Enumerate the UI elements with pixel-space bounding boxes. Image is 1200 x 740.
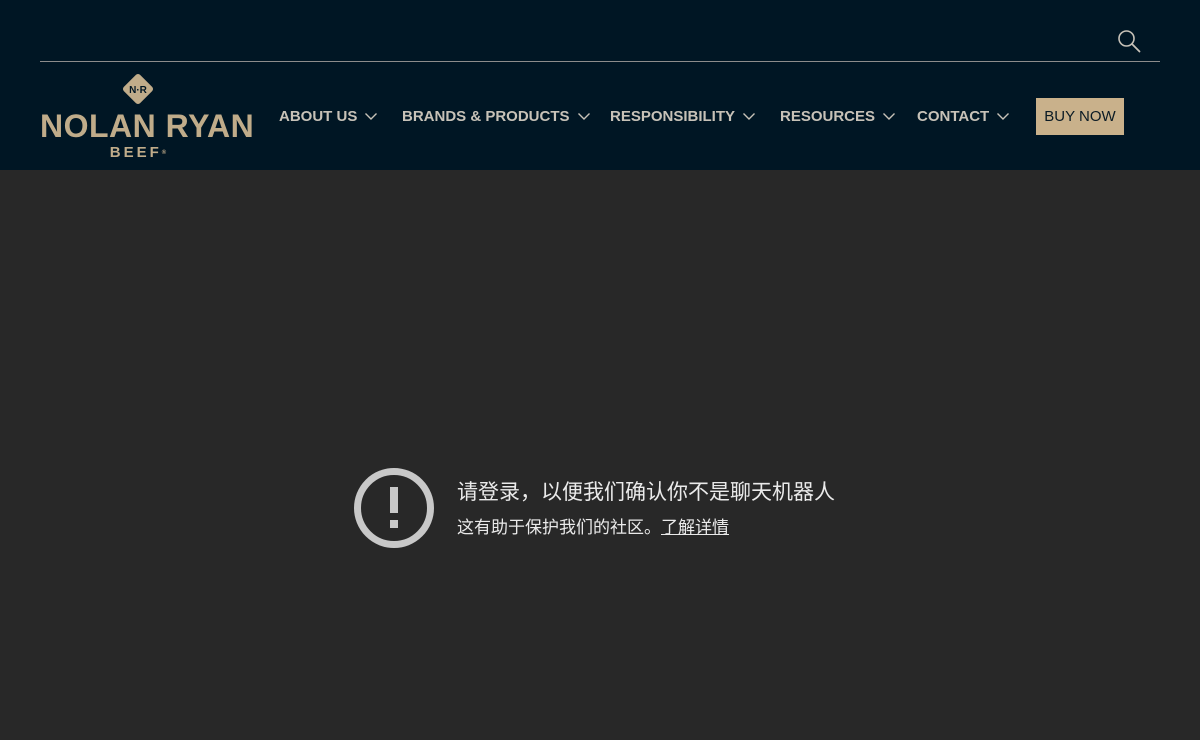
nav-about-us[interactable]: ABOUT US xyxy=(279,98,378,135)
learn-more-link[interactable]: 了解详情 xyxy=(661,518,729,537)
site-header: N·R NOLAN RYAN BEEF® ABOUT US BRANDS & P… xyxy=(0,0,1200,170)
nav-label: RESPONSIBILITY xyxy=(610,108,736,125)
nav-label: RESOURCES xyxy=(780,108,876,125)
main-nav: ABOUT US BRANDS & PRODUCTS RESPONSIBILIT… xyxy=(0,98,1200,135)
logo-subtitle: BEEF® xyxy=(109,144,167,161)
nav-label: BRANDS & PRODUCTS xyxy=(402,108,570,125)
notice-title: 请登录，以便我们确认你不是聊天机器人 xyxy=(457,481,835,504)
chevron-down-icon xyxy=(577,113,590,120)
nav-brands-products[interactable]: BRANDS & PRODUCTS xyxy=(402,98,591,135)
svg-text:N·R: N·R xyxy=(129,85,148,96)
nav-resources[interactable]: RESOURCES xyxy=(780,98,896,135)
search-icon[interactable] xyxy=(1116,28,1142,54)
chevron-down-icon xyxy=(997,113,1010,120)
chevron-down-icon xyxy=(365,113,378,120)
header-divider xyxy=(40,61,1160,62)
login-notice: 请登录，以便我们确认你不是聊天机器人 这有助于保护我们的社区。了解详情 xyxy=(353,467,873,549)
chevron-down-icon xyxy=(883,113,896,120)
nav-contact[interactable]: CONTACT xyxy=(917,98,1010,135)
nav-responsibility[interactable]: RESPONSIBILITY xyxy=(610,98,756,135)
nav-label: CONTACT xyxy=(917,108,990,125)
notice-body: 这有助于保护我们的社区。了解详情 xyxy=(457,518,729,537)
buy-now-button[interactable]: BUY NOW xyxy=(1036,98,1124,135)
chevron-down-icon xyxy=(743,113,756,120)
nav-label: ABOUT US xyxy=(279,108,358,125)
exclamation-circle-icon xyxy=(353,467,435,549)
